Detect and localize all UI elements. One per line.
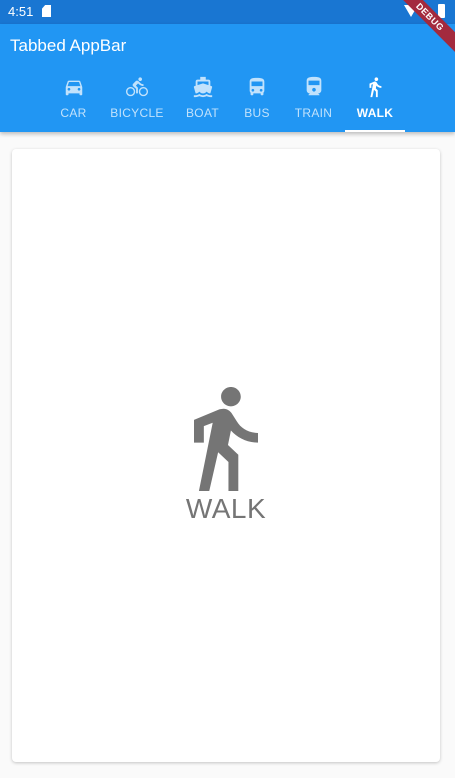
- bicycle-icon: [126, 76, 148, 98]
- status-time: 4:51: [8, 4, 34, 19]
- app-title: Tabbed AppBar: [10, 36, 127, 55]
- boat-icon: [192, 76, 214, 98]
- tab-car[interactable]: CAR: [46, 76, 101, 132]
- tab-walk[interactable]: WALK: [345, 76, 405, 132]
- tab-boat[interactable]: BOAT: [173, 76, 232, 132]
- status-bar: 4:51: [0, 0, 455, 24]
- car-icon: [63, 76, 85, 98]
- tab-bus[interactable]: BUS: [232, 76, 282, 132]
- tab-bar: CAR BICYCLE BOAT BUS TRAIN WALK: [46, 76, 405, 132]
- tab-label: TRAIN: [294, 106, 333, 120]
- train-icon: [303, 76, 325, 98]
- tab-label: BOAT: [186, 106, 219, 120]
- sd-card-icon: [42, 5, 51, 17]
- bus-icon: [246, 76, 268, 98]
- tab-label: CAR: [60, 106, 87, 120]
- tab-bicycle[interactable]: BICYCLE: [101, 76, 173, 132]
- content-card: WALK: [12, 149, 440, 762]
- tab-indicator: [345, 130, 405, 132]
- walk-icon: [364, 76, 386, 98]
- content-label: WALK: [185, 493, 267, 524]
- tab-label: WALK: [356, 106, 394, 120]
- tab-train[interactable]: TRAIN: [282, 76, 345, 132]
- tab-label: BICYCLE: [110, 106, 164, 120]
- tab-label: BUS: [244, 106, 270, 120]
- walk-icon: [194, 387, 258, 491]
- app-bar: Tabbed AppBar CAR BICYCLE BOAT BUS TRAIN…: [0, 24, 455, 132]
